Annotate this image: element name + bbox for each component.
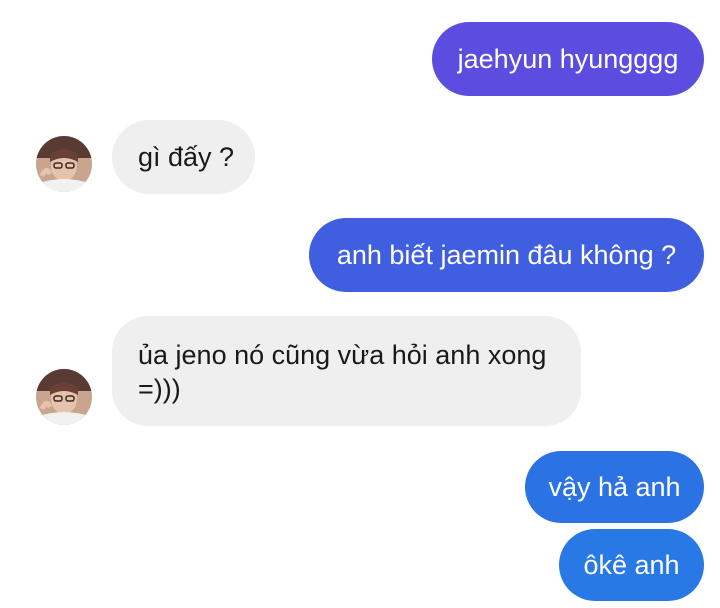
message-outgoing[interactable]: ôkê anh <box>559 529 704 601</box>
message-text: vậy hả anh <box>548 472 681 502</box>
message-incoming[interactable]: gì đấy ? <box>112 120 255 194</box>
message-text: anh biết jaemin đâu không ? <box>336 240 677 270</box>
message-text: ôkê anh <box>583 550 680 580</box>
message-text: ủa jeno nó cũng vừa hỏi anh xong =))) <box>138 340 547 404</box>
message-outgoing[interactable]: anh biết jaemin đâu không ? <box>309 218 704 292</box>
message-outgoing[interactable]: jaehyun hyungggg <box>432 22 704 96</box>
message-text: gì đấy ? <box>138 142 235 172</box>
contact-avatar[interactable] <box>36 136 92 192</box>
contact-avatar[interactable] <box>36 369 92 425</box>
message-text: jaehyun hyungggg <box>457 44 679 74</box>
message-incoming[interactable]: ủa jeno nó cũng vừa hỏi anh xong =))) <box>112 316 581 426</box>
message-outgoing[interactable]: vậy hả anh <box>525 451 704 523</box>
